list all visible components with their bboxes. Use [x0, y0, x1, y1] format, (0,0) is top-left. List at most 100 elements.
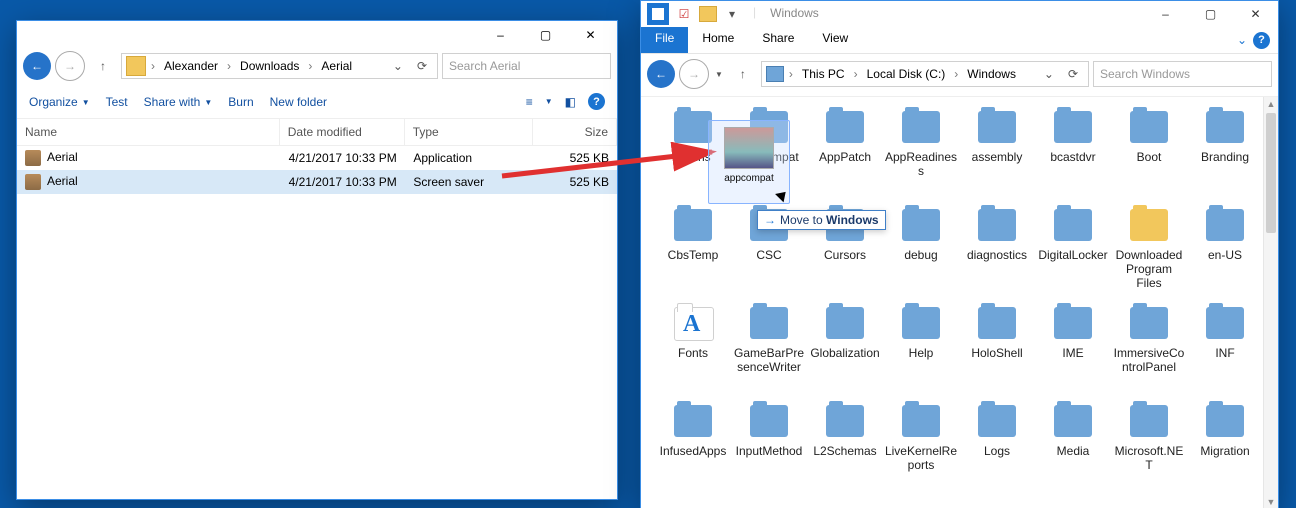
file-row[interactable]: Aerial 4/21/2017 10:33 PM Application 52… [17, 146, 617, 170]
folder-label: diagnostics [967, 249, 1027, 263]
folder-item[interactable]: Boot [1111, 103, 1187, 201]
file-row[interactable]: Aerial 4/21/2017 10:33 PM Screen saver 5… [17, 170, 617, 194]
breadcrumb-segment[interactable]: This PC [798, 65, 849, 83]
organize-menu[interactable]: Organize▼ [29, 95, 90, 109]
column-type[interactable]: Type [405, 119, 533, 145]
breadcrumb[interactable]: › Alexander › Downloads › Aerial ⌄ ⟳ [121, 53, 438, 79]
breadcrumb[interactable]: › This PC › Local Disk (C:) › Windows ⌄ … [761, 61, 1089, 87]
drag-ghost-label: appcompat [724, 173, 773, 184]
scroll-down-icon[interactable]: ▼ [1264, 495, 1278, 508]
folder-item[interactable]: AFonts [655, 299, 731, 397]
refresh-button[interactable]: ⟳ [411, 59, 433, 73]
folder-item[interactable]: INF [1187, 299, 1263, 397]
folder-label: L2Schemas [813, 445, 876, 459]
new-folder-button[interactable]: New folder [270, 95, 327, 109]
drop-tip-prefix: Move to [780, 213, 826, 227]
chevron-down-icon[interactable]: ⌄ [387, 59, 409, 73]
tab-view[interactable]: View [808, 27, 862, 53]
breadcrumb-segment[interactable]: Aerial [317, 57, 356, 75]
back-button[interactable]: ← [23, 52, 51, 80]
help-icon[interactable]: ? [588, 93, 605, 110]
scroll-up-icon[interactable]: ▲ [1264, 97, 1278, 111]
close-button[interactable]: ✕ [568, 21, 613, 49]
refresh-button[interactable]: ⟳ [1062, 67, 1084, 81]
folder-item[interactable]: AppReadiness [883, 103, 959, 201]
folder-item[interactable]: L2Schemas [807, 397, 883, 495]
breadcrumb-segment[interactable]: Local Disk (C:) [863, 65, 950, 83]
forward-button[interactable]: → [55, 51, 85, 81]
chevron-down-icon[interactable]: ⌄ [1237, 33, 1247, 47]
up-button[interactable]: ↑ [89, 52, 117, 80]
tab-home[interactable]: Home [688, 27, 748, 53]
folder-icon [669, 205, 717, 245]
folder-item[interactable]: IME [1035, 299, 1111, 397]
folder-item[interactable]: en-US [1187, 201, 1263, 299]
folder-item[interactable]: GameBarPresenceWriter [731, 299, 807, 397]
minimize-button[interactable]: – [478, 21, 523, 49]
maximize-button[interactable]: ▢ [1188, 1, 1233, 27]
folder-item[interactable]: bcastdvr [1035, 103, 1111, 201]
folder-item[interactable]: Microsoft.NET [1111, 397, 1187, 495]
folder-item[interactable]: Downloaded Program Files [1111, 201, 1187, 299]
folder-item[interactable]: ImmersiveControlPanel [1111, 299, 1187, 397]
folder-item[interactable]: Help [883, 299, 959, 397]
folder-item[interactable]: Branding [1187, 103, 1263, 201]
close-button[interactable]: ✕ [1233, 1, 1278, 27]
ribbon-tabs: File Home Share View ⌄ ? [641, 27, 1278, 54]
breadcrumb-segment[interactable]: Windows [963, 65, 1020, 83]
folder-item[interactable]: Globalization [807, 299, 883, 397]
folder-item[interactable]: LiveKernelReports [883, 397, 959, 495]
burn-button[interactable]: Burn [228, 95, 253, 109]
breadcrumb-segment[interactable]: Downloads [236, 57, 303, 75]
drop-tooltip: →Move to Windows [757, 210, 886, 230]
folder-label: en-US [1208, 249, 1242, 263]
column-size[interactable]: Size [533, 119, 617, 145]
file-date: 4/21/2017 10:33 PM [281, 171, 406, 193]
breadcrumb-segment[interactable]: Alexander [160, 57, 222, 75]
search-input[interactable]: Search Windows [1093, 61, 1272, 87]
nav-bar: ← → ↑ › Alexander › Downloads › Aerial ⌄… [17, 49, 617, 85]
preview-pane-icon[interactable]: ◧ [565, 95, 576, 109]
folder-icon [126, 56, 146, 76]
back-button[interactable]: ← [647, 60, 675, 88]
tab-file[interactable]: File [641, 27, 688, 53]
help-icon[interactable]: ? [1253, 32, 1270, 49]
search-input[interactable]: Search Aerial [442, 53, 611, 79]
folder-item[interactable]: debug [883, 201, 959, 299]
folder-item[interactable]: assembly [959, 103, 1035, 201]
chevron-down-icon[interactable]: ⌄ [1038, 67, 1060, 81]
scroll-thumb[interactable] [1266, 113, 1276, 233]
qat-properties-icon[interactable]: ☑ [673, 3, 695, 25]
maximize-button[interactable]: ▢ [523, 21, 568, 49]
column-date[interactable]: Date modified [280, 119, 405, 145]
forward-button[interactable]: → [679, 59, 709, 89]
folder-item[interactable]: Migration [1187, 397, 1263, 495]
folder-item[interactable]: CbsTemp [655, 201, 731, 299]
folder-item[interactable]: Logs [959, 397, 1035, 495]
folder-item[interactable]: InputMethod [731, 397, 807, 495]
chevron-down-icon[interactable]: ▾ [721, 3, 743, 25]
column-name[interactable]: Name [17, 119, 280, 145]
folder-item[interactable]: AppPatch [807, 103, 883, 201]
file-size: 525 KB [533, 171, 617, 193]
folder-icon [1201, 205, 1249, 245]
folder-icon [669, 401, 717, 441]
folder-icon [1125, 303, 1173, 343]
view-switcher-icon[interactable]: ≡ [526, 95, 533, 109]
minimize-button[interactable]: – [1143, 1, 1188, 27]
tab-share[interactable]: Share [748, 27, 808, 53]
folder-item[interactable]: DigitalLocker [1035, 201, 1111, 299]
up-button[interactable]: ↑ [729, 60, 757, 88]
app-icon [647, 3, 669, 25]
folder-item[interactable]: HoloShell [959, 299, 1035, 397]
folder-item[interactable]: InfusedApps [655, 397, 731, 495]
test-button[interactable]: Test [106, 95, 128, 109]
vertical-scrollbar[interactable]: ▲ ▼ [1263, 97, 1278, 508]
folder-icon [745, 401, 793, 441]
share-with-menu[interactable]: Share with▼ [144, 95, 213, 109]
chevron-down-icon[interactable]: ▼ [713, 70, 725, 79]
file-list: Name Date modified Type Size Aerial 4/21… [17, 119, 617, 194]
folder-item[interactable]: diagnostics [959, 201, 1035, 299]
folder-item[interactable]: Media [1035, 397, 1111, 495]
folder-label: Globalization [810, 347, 879, 361]
